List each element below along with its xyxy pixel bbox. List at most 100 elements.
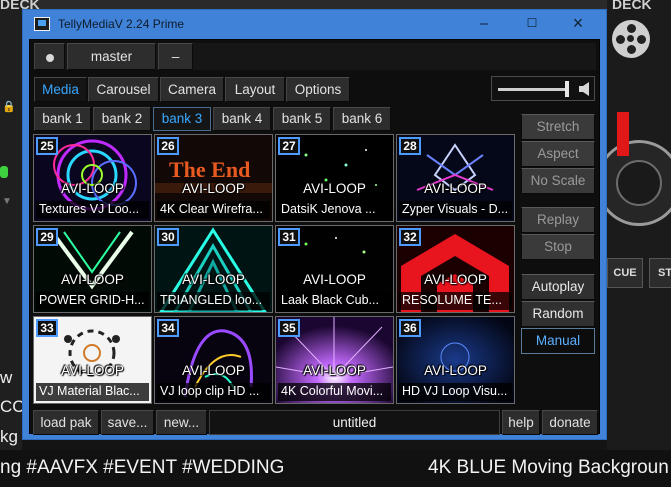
minimize-button[interactable]: – <box>461 10 507 39</box>
media-slot-27[interactable]: 27 AVI-LOOP DatsiK Jenova ... <box>275 134 394 222</box>
media-slot-26[interactable]: The End 26 AVI-LOOP 4K Clear Wirefra... <box>154 134 273 222</box>
window-title: TellyMediaV 2.24 Prime <box>58 17 185 31</box>
film-reel-icon <box>612 20 650 58</box>
bank-6-tab[interactable]: bank 6 <box>333 107 391 131</box>
media-slot-32[interactable]: 32 AVI-LOOP RESOLUME TE... <box>396 225 515 313</box>
slot-name: RESOLUME TE... <box>399 292 512 310</box>
bank-4-tab[interactable]: bank 4 <box>213 107 271 131</box>
slot-name: HD VJ Loop Visu... <box>399 383 512 401</box>
slot-name: VJ loop clip HD ... <box>157 383 270 401</box>
host-caption-right: 4K BLUE Moving Backgroun <box>428 457 669 478</box>
media-slot-35[interactable]: 35 AVI-LOOP 4K Colorful Movi... <box>275 316 394 404</box>
slot-name: Laak Black Cub... <box>278 292 391 310</box>
slot-number: 26 <box>157 137 179 155</box>
media-slot-25[interactable]: 25 AVI-LOOP Textures VJ Loo... <box>33 134 152 222</box>
slot-number: 29 <box>36 228 58 246</box>
slot-number: 31 <box>278 228 300 246</box>
slot-number: 34 <box>157 319 179 337</box>
thumbnail-26-text: The End <box>169 157 250 182</box>
media-slot-33[interactable]: 33 AVI-LOOP VJ Material Blac... <box>33 316 152 404</box>
bank-2-tab[interactable]: bank 2 <box>93 107 151 131</box>
slot-name: Textures VJ Loo... <box>36 201 149 219</box>
tab-layout[interactable]: Layout <box>225 77 285 102</box>
slot-name: Zyper Visuals - D... <box>399 201 512 219</box>
host-caption-bar: ng #AAVFX #EVENT #WEDDING 4K BLUE Moving… <box>0 450 671 487</box>
slot-type: AVI-LOOP <box>424 363 487 378</box>
aspect-button[interactable]: Aspect <box>521 141 595 167</box>
tab-media[interactable]: Media <box>34 77 87 102</box>
media-slot-28[interactable]: 28 AVI-LOOP Zyper Visuals - D... <box>396 134 515 222</box>
bank-3-tab[interactable]: bank 3 <box>153 107 211 131</box>
close-button[interactable]: × <box>555 10 601 39</box>
slot-name: 4K Clear Wirefra... <box>157 201 270 219</box>
slot-number: 32 <box>399 228 421 246</box>
slot-name: TRIANGLED loo... <box>157 292 270 310</box>
tonearm-indicator <box>617 112 629 156</box>
channel-bar: master – <box>34 43 596 70</box>
help-button[interactable]: help <box>502 410 540 435</box>
app-window: TellyMediaV 2.24 Prime – ☐ × master – Me… <box>22 9 607 440</box>
slot-number: 35 <box>278 319 300 337</box>
app-icon <box>34 17 50 31</box>
media-slot-30[interactable]: 30 AVI-LOOP TRIANGLED loo... <box>154 225 273 313</box>
slot-name: VJ Material Blac... <box>36 383 149 401</box>
tab-options[interactable]: Options <box>286 77 350 102</box>
volume-track <box>498 88 568 91</box>
lock-icon: 🔒 <box>2 101 16 113</box>
channel-master-button[interactable]: master <box>67 43 156 70</box>
random-button[interactable]: Random <box>521 301 595 327</box>
slot-name: POWER GRID-H... <box>36 292 149 310</box>
slot-number: 33 <box>36 319 58 337</box>
slot-type: AVI-LOOP <box>182 181 245 196</box>
slot-type: AVI-LOOP <box>303 272 366 287</box>
host-deck-label-right: DECK <box>612 0 652 12</box>
slot-name: DatsiK Jenova ... <box>278 201 391 219</box>
stop-button[interactable]: Stop <box>521 234 595 260</box>
slot-number: 27 <box>278 137 300 155</box>
host-side-text-2: CC <box>0 397 25 416</box>
maximize-button[interactable]: ☐ <box>509 10 555 39</box>
slot-number: 30 <box>157 228 179 246</box>
donate-button[interactable]: donate <box>542 410 598 435</box>
volume-knob[interactable] <box>565 81 569 97</box>
media-slot-34[interactable]: 34 AVI-LOOP VJ loop clip HD ... <box>154 316 273 404</box>
save-button[interactable]: save... <box>101 410 154 435</box>
tab-carousel[interactable]: Carousel <box>88 77 159 102</box>
stretch-button[interactable]: Stretch <box>521 114 595 140</box>
load-pak-button[interactable]: load pak <box>33 410 99 435</box>
replay-button[interactable]: Replay <box>521 207 595 233</box>
slot-type: AVI-LOOP <box>61 181 124 196</box>
host-arrow-down-icon[interactable]: ▼ <box>2 196 12 207</box>
bank-5-tab[interactable]: bank 5 <box>273 107 331 131</box>
slot-type: AVI-LOOP <box>303 363 366 378</box>
host-side-text-3: kg <box>0 427 18 446</box>
new-button[interactable]: new... <box>156 410 207 435</box>
bottom-bar: load pak save... new... untitled help do… <box>33 410 598 435</box>
bank-1-tab[interactable]: bank 1 <box>34 107 91 131</box>
speaker-icon[interactable] <box>578 82 592 96</box>
title-bar[interactable]: TellyMediaV 2.24 Prime – ☐ × <box>23 10 606 39</box>
slot-type: AVI-LOOP <box>303 181 366 196</box>
autoplay-button[interactable]: Autoplay <box>521 274 595 300</box>
slot-type: AVI-LOOP <box>182 272 245 287</box>
channel-minus-button[interactable]: – <box>158 43 193 70</box>
host-cue-button[interactable]: CUE <box>607 258 643 288</box>
media-slot-31[interactable]: 31 AVI-LOOP Laak Black Cub... <box>275 225 394 313</box>
no-scale-button[interactable]: No Scale <box>521 168 595 194</box>
media-slot-29[interactable]: 29 AVI-LOOP POWER GRID-H... <box>33 225 152 313</box>
slot-number: 36 <box>399 319 421 337</box>
slot-type: AVI-LOOP <box>424 272 487 287</box>
jog-wheel-center <box>616 160 662 206</box>
channel-dot-button[interactable] <box>34 43 65 70</box>
slot-type: AVI-LOOP <box>61 272 124 287</box>
slot-type: AVI-LOOP <box>61 363 124 378</box>
slot-number: 25 <box>36 137 58 155</box>
pak-name-field[interactable]: untitled <box>209 410 500 435</box>
manual-button[interactable]: Manual <box>521 328 595 354</box>
slot-number: 28 <box>399 137 421 155</box>
tab-camera[interactable]: Camera <box>160 77 224 102</box>
host-st-button[interactable]: ST <box>649 258 671 288</box>
record-dot-icon <box>46 54 54 62</box>
host-caption-left: ng #AAVFX #EVENT #WEDDING <box>0 457 285 478</box>
media-slot-36[interactable]: 36 AVI-LOOP HD VJ Loop Visu... <box>396 316 515 404</box>
